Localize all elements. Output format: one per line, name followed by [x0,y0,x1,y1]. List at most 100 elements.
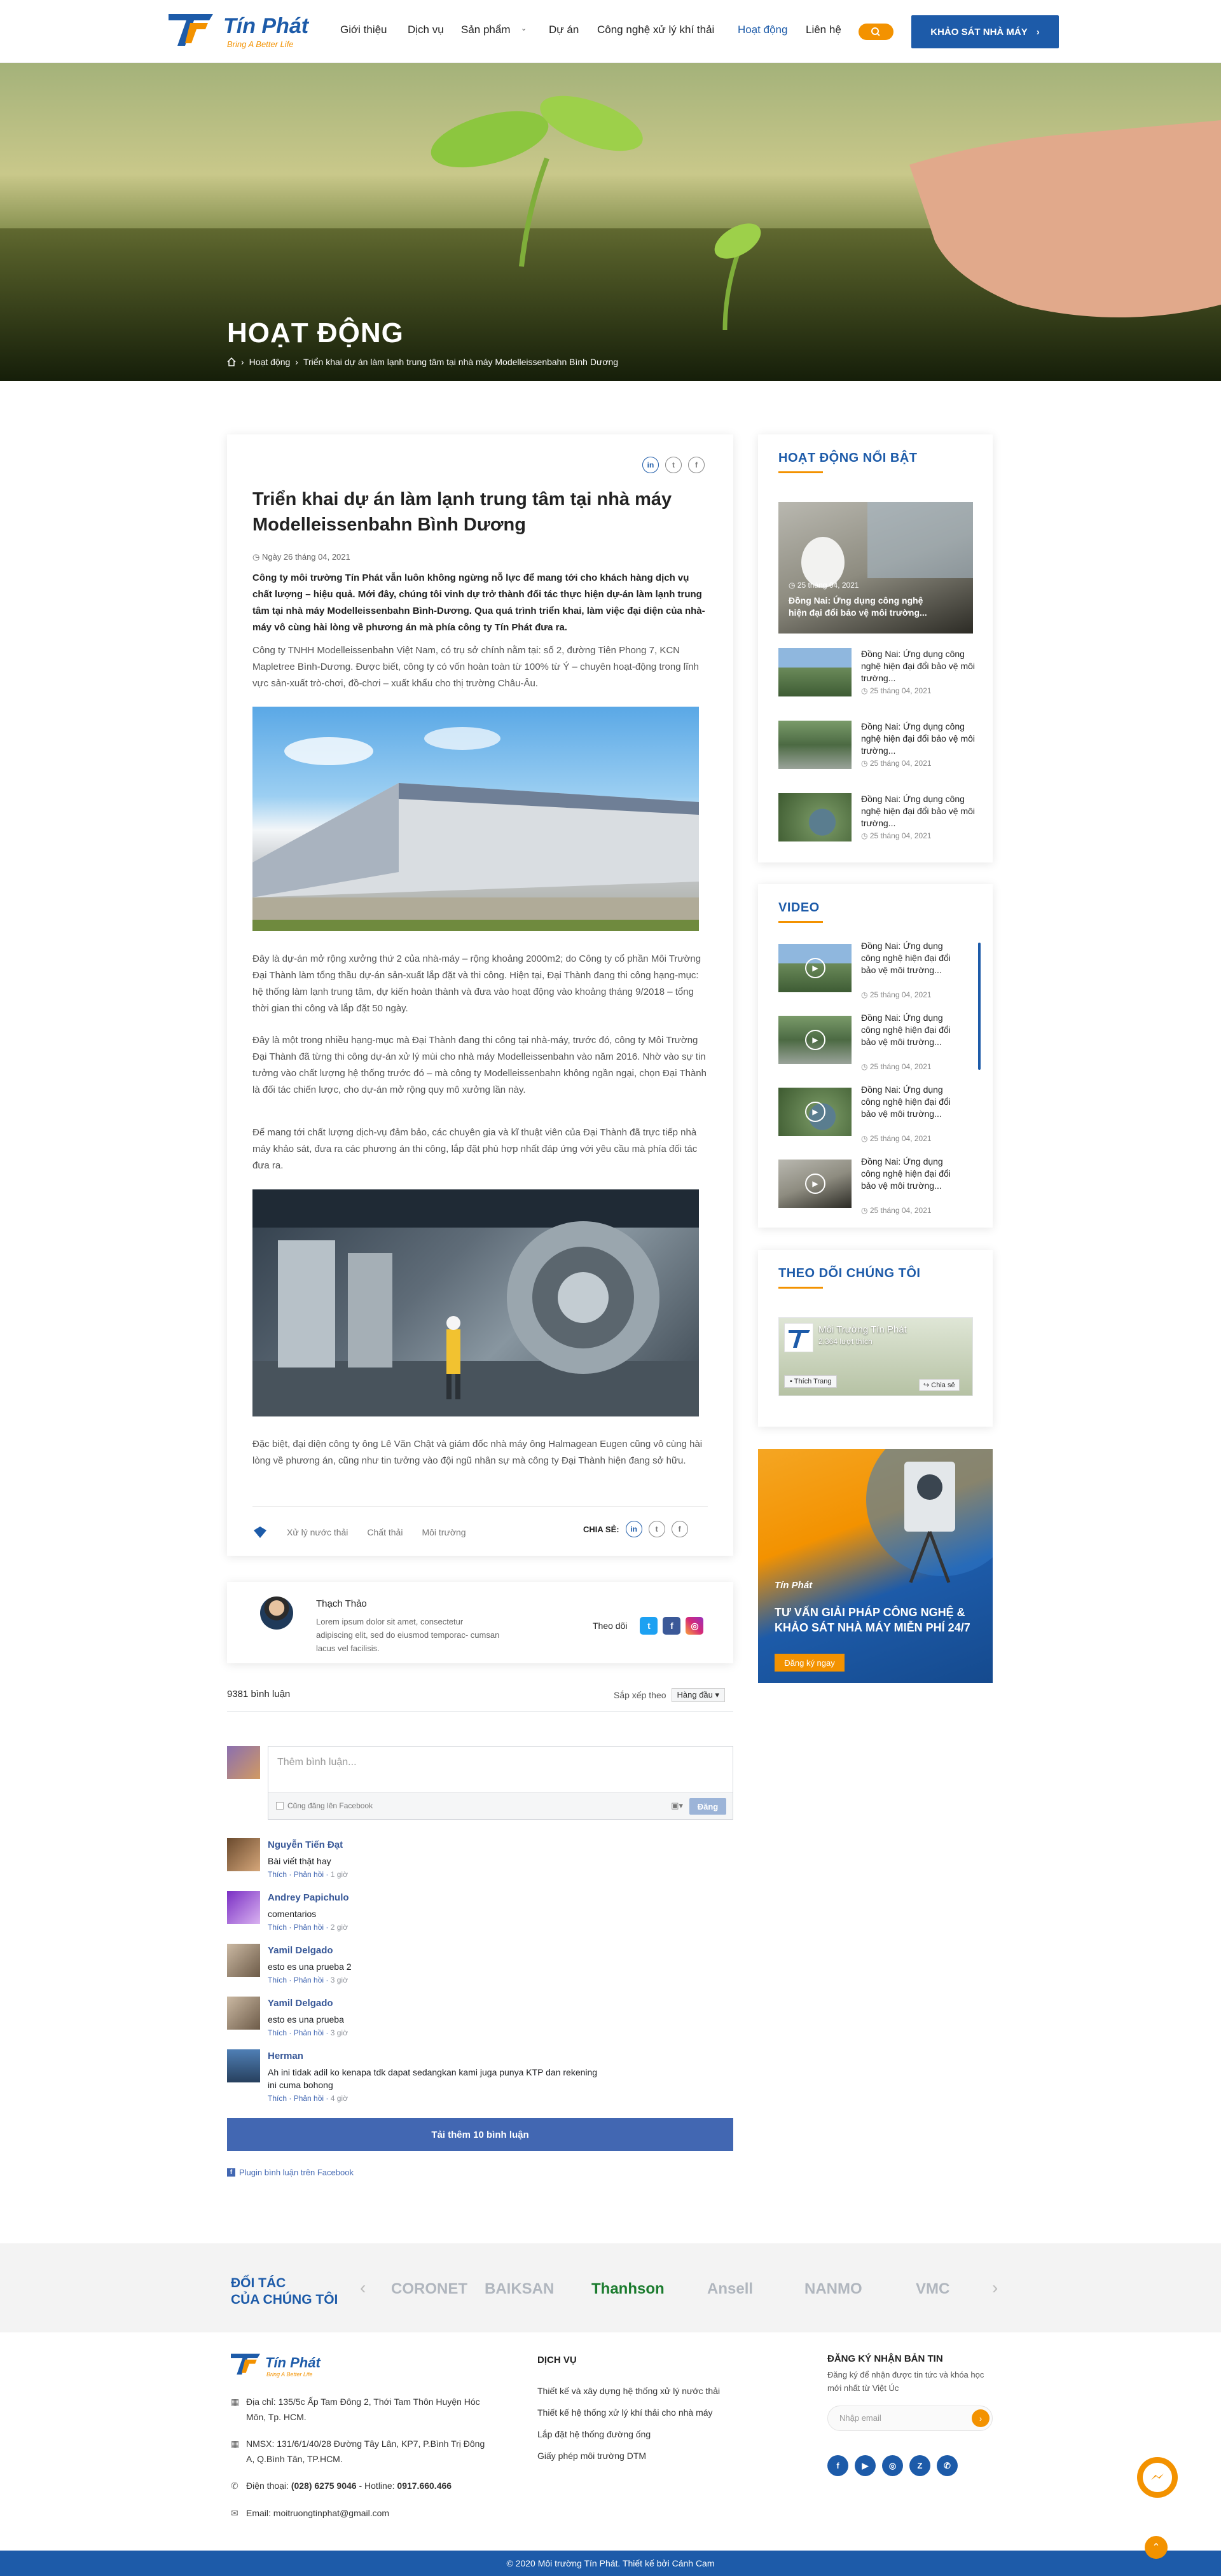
whatsapp-icon[interactable]: ✆ [937,2455,958,2476]
footer-service-link[interactable]: Thiết kế và xây dựng hệ thống xử lý nước… [537,2386,720,2396]
tag-xu-ly-nuoc-thai[interactable]: Xử lý nước thải [287,1527,348,1537]
post-comment-button[interactable]: Đăng [689,1798,726,1815]
nav-hoat-dong[interactable]: Hoạt động [738,24,787,36]
footer-logo[interactable]: Tín Phát Bring A Better Life [231,2353,345,2380]
also-post-checkbox[interactable]: Cũng đăng lên Facebook [276,1801,373,1810]
facebook-icon[interactable]: f [663,1617,681,1635]
breadcrumb-hoat-dong[interactable]: Hoạt động [249,357,291,367]
twitter-icon[interactable]: t [648,1521,665,1537]
search-button[interactable] [859,24,893,40]
instagram-icon[interactable]: ◎ [882,2455,903,2476]
comment-time: 3 giờ [330,1976,348,1984]
messenger-button[interactable] [1137,2457,1178,2498]
camera-icon[interactable]: ▣▾ [671,1801,683,1811]
sort-select[interactable]: Hàng đầu ▾ [671,1688,726,1702]
comment-author[interactable]: Nguyễn Tiến Đạt [268,1839,343,1850]
phone-number[interactable]: (028) 6275 9046 [291,2481,357,2491]
chevron-down-icon[interactable]: ⌄ [521,24,527,32]
register-now-button[interactable]: Đăng ký ngay [775,1654,845,1672]
list-item[interactable]: ▶ Đồng Nai: Ứng dụng công nghệ hiện đại … [778,1012,963,1071]
comment-author[interactable]: Herman [268,2051,303,2061]
avatar [227,1746,260,1779]
comment-author[interactable]: Yamil Delgado [268,1998,333,2009]
newsletter-submit-button[interactable]: › [972,2409,990,2427]
facebook-icon[interactable]: f [671,1521,688,1537]
list-item[interactable]: ▶ Đồng Nai: Ứng dụng công nghệ hiện đại … [778,1156,963,1215]
facebook-plugin-link[interactable]: f Plugin bình luận trên Facebook [227,2168,354,2177]
partner-logo[interactable]: CORONET [391,2280,467,2298]
mail-icon: ✉ [231,2508,238,2518]
tag-icon [254,1527,266,1538]
like-link[interactable]: Thích [268,2028,287,2037]
facebook-page-widget[interactable]: Môi Trường Tín Phát 2.364 lượt thích ▪ T… [778,1317,973,1396]
list-item[interactable]: ▶ Đồng Nai: Ứng dụng công nghệ hiện đại … [778,940,963,999]
like-link[interactable]: Thích [268,2094,287,2103]
video-date: ◷ 25 tháng 04, 2021 [861,1134,932,1143]
youtube-icon[interactable]: ▶ [855,2455,876,2476]
comment-author[interactable]: Andrey Papichulo [268,1892,349,1903]
facebook-icon[interactable]: f [688,457,705,473]
list-item[interactable]: Đồng Nai: Ứng dụng công nghệ hiện đại đổ… [778,648,975,699]
reply-link[interactable]: Phản hồi [294,1976,324,1984]
site-logo[interactable]: Tín Phát Bring A Better Life [169,11,321,51]
like-link[interactable]: Thích [268,1870,287,1879]
linkedin-icon[interactable]: in [642,457,659,473]
reply-link[interactable]: Phản hồi [294,1870,324,1879]
instagram-icon[interactable]: ◎ [686,1617,704,1635]
factory-exterior-image [252,707,699,931]
nav-du-an[interactable]: Dự án [549,24,579,36]
reply-link[interactable]: Phản hồi [294,1923,324,1932]
reply-link[interactable]: Phản hồi [294,2028,324,2037]
nav-dich-vu[interactable]: Dịch vụ [408,24,444,36]
prev-arrow-icon[interactable]: ‹ [360,2278,366,2298]
next-arrow-icon[interactable]: › [992,2278,998,2298]
nav-cong-nghe-xu-ly-khi-thai[interactable]: Công nghệ xử lý khí thải [597,24,714,36]
partner-logo[interactable]: BAIKSAN [485,2280,554,2298]
footer-service-link[interactable]: Giấy phép môi trường DTM [537,2451,646,2461]
linkedin-icon[interactable]: in [625,1521,642,1537]
featured-post[interactable]: ◷ 25 tháng 04, 2021 Đồng Nai: Ứng dụng c… [778,502,973,634]
list-item[interactable]: Đồng Nai: Ứng dụng công nghệ hiện đại đổ… [778,793,975,844]
tag-moi-truong[interactable]: Môi trường [422,1527,466,1537]
like-page-button[interactable]: ▪ Thích Trang [784,1375,838,1388]
play-icon: ▶ [805,1030,825,1050]
load-more-comments-button[interactable]: Tải thêm 10 bình luận [227,2118,733,2151]
zalo-icon[interactable]: Z [909,2455,930,2476]
email-text[interactable]: Email: moitruongtinphat@gmail.com [246,2505,389,2521]
comment-input[interactable]: Thêm bình luận... [277,1757,357,1768]
back-to-top-button[interactable]: ⌃ [1145,2536,1168,2559]
scrollbar[interactable] [978,943,981,1070]
list-item: Nguyễn Tiến Đạt Bài viết thật hay Thích … [227,1838,733,1889]
reply-link[interactable]: Phản hồi [294,2094,324,2103]
partner-logo[interactable]: Thanhson [591,2280,665,2298]
home-icon[interactable] [227,357,236,366]
partner-logo[interactable]: NANMO [804,2280,862,2298]
twitter-icon[interactable]: t [665,457,682,473]
hotline-number[interactable]: 0917.660.466 [397,2481,452,2491]
newsletter-email-input[interactable]: Nhập email › [827,2406,993,2431]
nav-gioi-thieu[interactable]: Giới thiệu [340,24,387,36]
chevron-right-icon: › [1036,26,1040,38]
footer-service-link[interactable]: Thiết kế hệ thống xử lý khí thải cho nhà… [537,2407,713,2418]
factory-text: NMSX: 131/6/1/40/28 Đường Tây Lân, KP7, … [246,2439,485,2464]
like-link[interactable]: Thích [268,1976,287,1984]
tag-chat-thai[interactable]: Chất thải [367,1527,403,1537]
comment-composer[interactable]: Thêm bình luận... Cũng đăng lên Facebook… [268,1746,733,1820]
consult-banner[interactable]: Tín Phát TƯ VẤN GIẢI PHÁP CÔNG NGHỆ & KH… [758,1449,993,1683]
footer-service-link[interactable]: Lắp đặt hệ thống đường ống [537,2429,651,2439]
like-link[interactable]: Thích [268,1923,287,1932]
comment-text: esto es una prueba 2 [268,1962,352,1972]
twitter-icon[interactable]: t [640,1617,658,1635]
partners-title: ĐỐI TÁC CỦA CHÚNG TÔI [231,2275,338,2308]
nav-lien-he[interactable]: Liên hệ [806,24,841,36]
survey-factory-button[interactable]: KHẢO SÁT NHÀ MÁY › [911,15,1059,48]
comment-author[interactable]: Yamil Delgado [268,1945,333,1956]
nav-san-pham[interactable]: Sản phẩm [461,24,511,36]
comment-actions: Thích · Phản hồi · 3 giờ [268,2028,348,2037]
list-item[interactable]: Đồng Nai: Ứng dụng công nghệ hiện đại đổ… [778,721,975,772]
list-item[interactable]: ▶ Đồng Nai: Ứng dụng công nghệ hiện đại … [778,1084,963,1143]
partner-logo[interactable]: Ansell [707,2280,753,2298]
share-page-button[interactable]: ↪ Chia sẻ [919,1379,960,1391]
facebook-icon[interactable]: f [827,2455,848,2476]
partner-logo[interactable]: VMC [916,2280,949,2298]
